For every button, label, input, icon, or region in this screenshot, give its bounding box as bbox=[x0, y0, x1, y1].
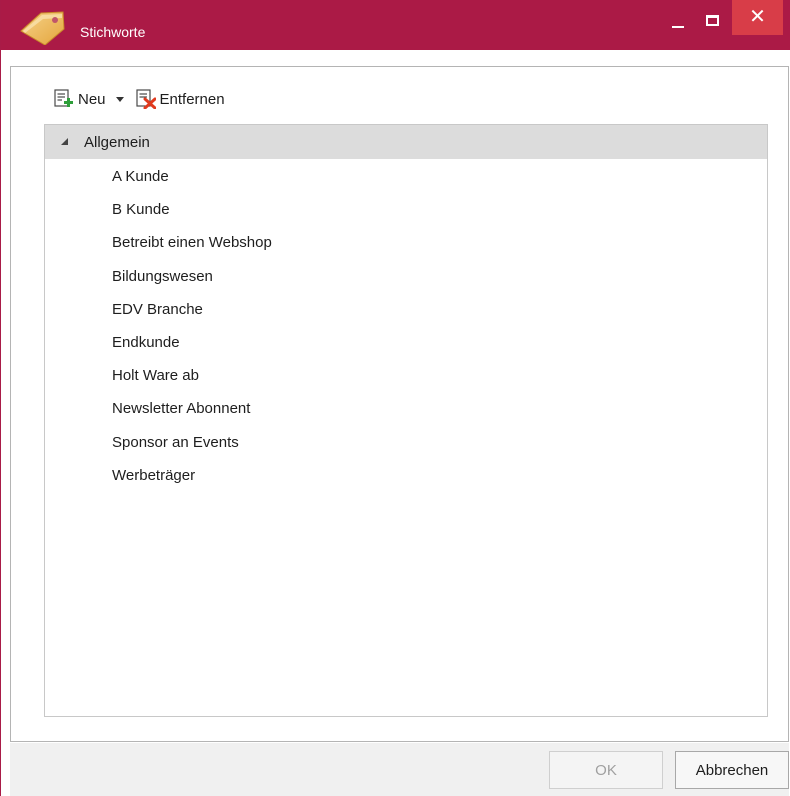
remove-button[interactable]: Entfernen bbox=[135, 89, 225, 109]
minimize-button[interactable] bbox=[663, 0, 693, 40]
tree-item[interactable]: Bildungswesen bbox=[112, 268, 272, 301]
tree-item[interactable]: Werbeträger bbox=[112, 467, 272, 500]
tree-children: A Kunde B Kunde Betreibt einen Webshop B… bbox=[112, 168, 272, 500]
maximize-button[interactable] bbox=[697, 0, 727, 40]
close-icon: ✕ bbox=[749, 5, 766, 28]
tree-item[interactable]: Newsletter Abonnent bbox=[112, 400, 272, 433]
toolbar: Neu Entfernen bbox=[54, 86, 225, 112]
remove-button-label: Entfernen bbox=[159, 90, 225, 108]
tree-item[interactable]: Holt Ware ab bbox=[112, 367, 272, 400]
chevron-down-icon[interactable] bbox=[115, 96, 124, 102]
new-button[interactable]: Neu bbox=[54, 89, 106, 109]
tag-icon bbox=[20, 11, 65, 45]
tree-item[interactable]: Betreibt einen Webshop bbox=[112, 234, 272, 267]
remove-keyword-icon bbox=[135, 89, 156, 109]
tree-item[interactable]: EDV Branche bbox=[112, 301, 272, 334]
tree-item[interactable]: B Kunde bbox=[112, 201, 272, 234]
title-bar[interactable]: Stichworte ✕ bbox=[1, 0, 790, 50]
add-keyword-icon bbox=[54, 89, 73, 107]
dialog-footer bbox=[10, 743, 789, 796]
tree-item[interactable]: Endkunde bbox=[112, 334, 272, 367]
new-button-label: Neu bbox=[78, 90, 106, 108]
tree-item[interactable]: A Kunde bbox=[112, 168, 272, 201]
cancel-button[interactable]: Abbrechen bbox=[675, 751, 789, 789]
tree-item[interactable]: Sponsor an Events bbox=[112, 434, 272, 467]
close-button[interactable]: ✕ bbox=[732, 0, 783, 35]
maximize-icon bbox=[705, 14, 719, 26]
window-title: Stichworte bbox=[80, 24, 146, 40]
tree-root-item[interactable]: Allgemein bbox=[45, 125, 767, 159]
keyword-tree[interactable]: Allgemein A Kunde B Kunde Betreibt einen… bbox=[44, 124, 768, 717]
collapse-arrow-icon[interactable] bbox=[61, 138, 68, 145]
dialog-window: Stichworte ✕ Neu Entfernen Allgemein A K… bbox=[0, 0, 790, 796]
tree-root-label: Allgemein bbox=[84, 134, 150, 151]
ok-button[interactable]: OK bbox=[549, 751, 663, 789]
minimize-icon bbox=[672, 26, 684, 28]
